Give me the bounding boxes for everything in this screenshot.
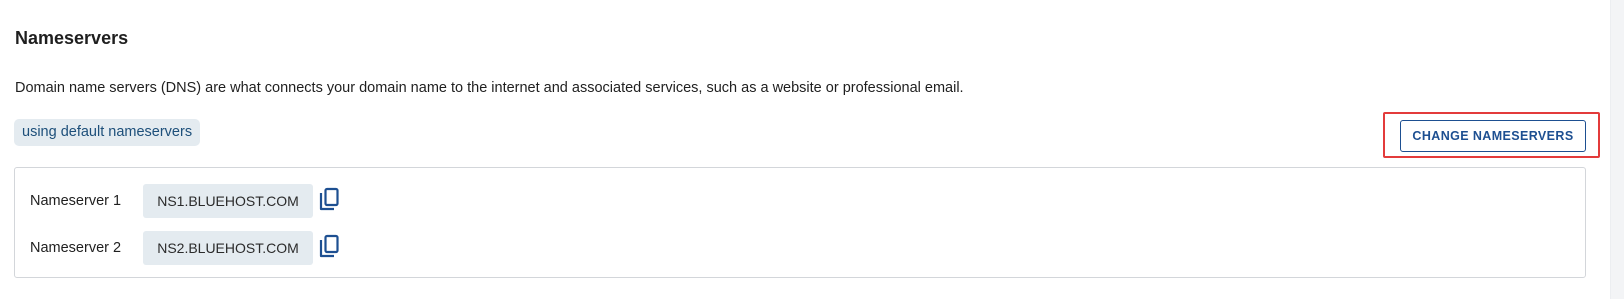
nameserver-row: Nameserver 2 NS2.BLUEHOST.COM <box>15 231 1585 265</box>
section-description: Domain name servers (DNS) are what conne… <box>15 80 964 96</box>
nameservers-panel: Nameservers Domain name servers (DNS) ar… <box>0 0 1624 299</box>
section-title: Nameservers <box>15 28 129 48</box>
nameserver-row: Nameserver 1 NS1.BLUEHOST.COM <box>15 184 1585 218</box>
copy-icon[interactable] <box>318 187 342 213</box>
status-badge: using default nameservers <box>14 119 201 146</box>
nameserver-label: Nameserver 2 <box>30 240 122 256</box>
copy-icon[interactable] <box>318 234 342 260</box>
nameserver-value: NS2.BLUEHOST.COM <box>143 231 313 265</box>
nameserver-value: NS1.BLUEHOST.COM <box>143 184 313 218</box>
scrollbar-track[interactable] <box>1610 0 1624 299</box>
change-nameservers-button[interactable]: CHANGE NAMESERVERS <box>1400 120 1586 152</box>
nameserver-label: Nameserver 1 <box>30 193 122 209</box>
nameservers-list: Nameserver 1 NS1.BLUEHOST.COM Nameserver… <box>14 167 1586 278</box>
